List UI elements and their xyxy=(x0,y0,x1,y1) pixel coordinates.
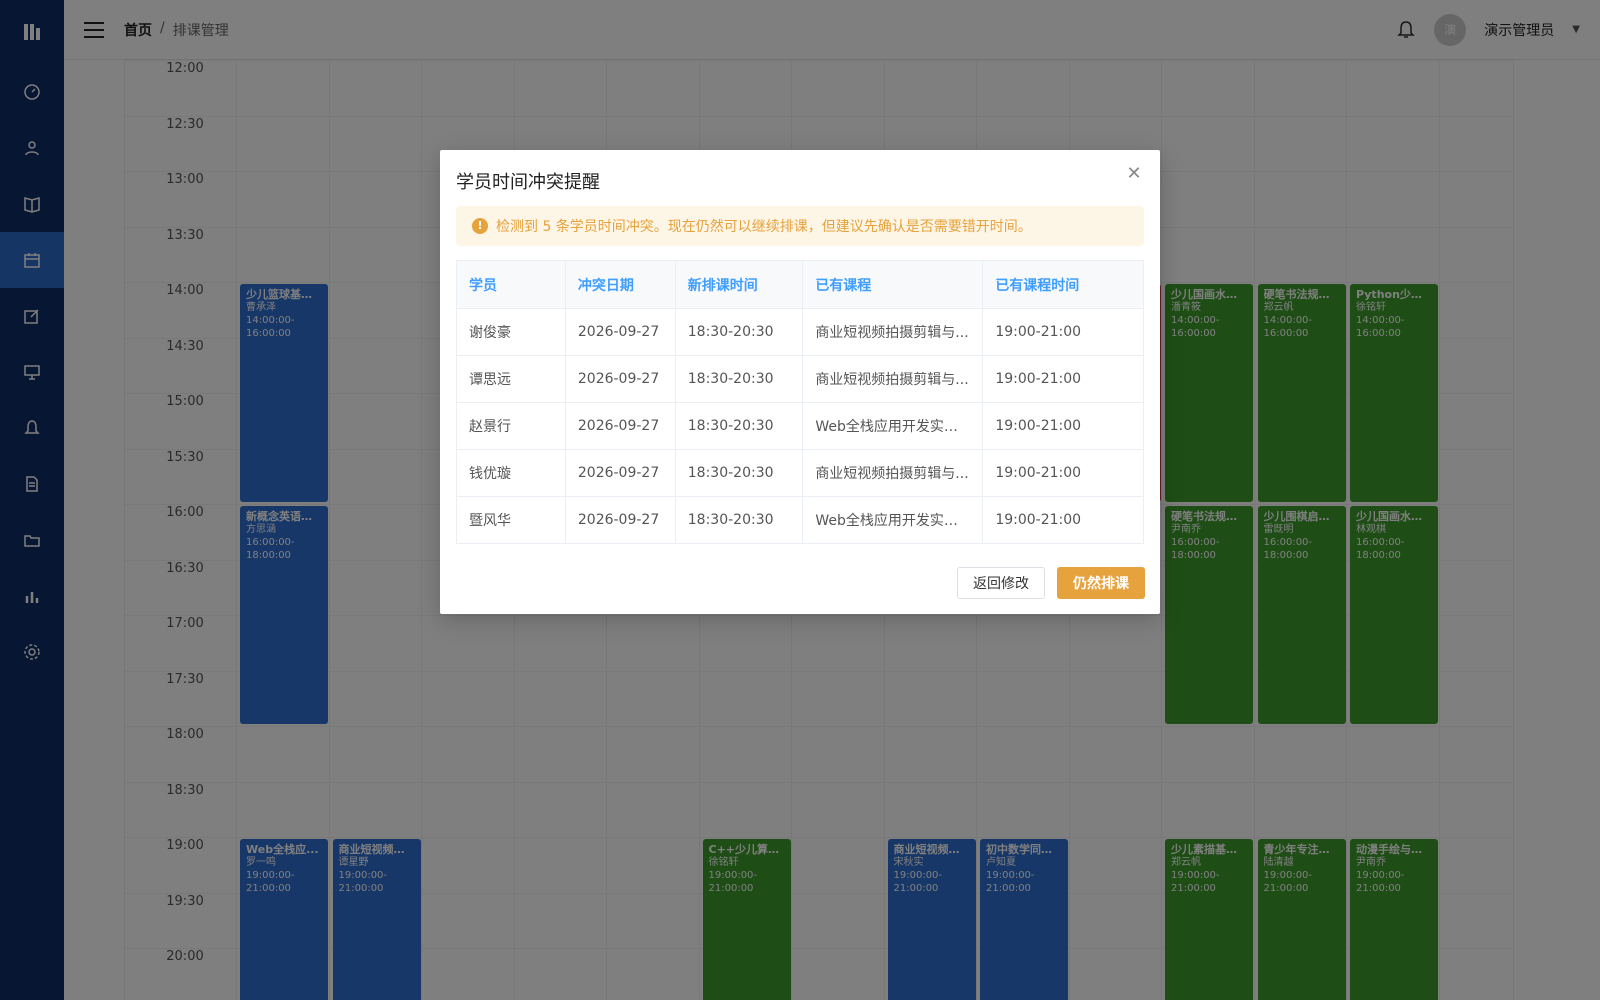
back-modify-button[interactable]: 返回修改 xyxy=(957,567,1045,599)
table-cell: 商业短视频拍摄剪辑与... xyxy=(802,355,984,403)
table-cell: 18:30-20:30 xyxy=(675,402,804,450)
table-cell: 赵景行 xyxy=(456,402,566,450)
table-cell: 谭思远 xyxy=(456,355,566,403)
alert-text: 检测到 5 条学员时间冲突。现在仍然可以继续排课，但建议先确认是否需要错开时间。 xyxy=(496,219,1032,235)
table-cell: 18:30-20:30 xyxy=(675,449,804,497)
table-row: 赵景行 2026-09-27 18:30-20:30 Web全栈应用开发实务... 19… xyxy=(456,402,1144,450)
table-cell: 19:00-21:00 xyxy=(982,402,1144,450)
table-cell: 2026-09-27 xyxy=(565,308,676,356)
table-cell: Web全栈应用开发实务... xyxy=(802,402,984,450)
table-cell: 19:00-21:00 xyxy=(982,355,1144,403)
table-cell: 19:00-21:00 xyxy=(982,308,1144,356)
table-cell: 2026-09-27 xyxy=(565,496,676,544)
table-row: 谢俊豪 2026-09-27 18:30-20:30 商业短视频拍摄剪辑与... 19:… xyxy=(456,308,1144,356)
column-header: 已有课程 xyxy=(802,260,984,309)
table-cell: 19:00-21:00 xyxy=(982,449,1144,497)
conflict-modal: 学员时间冲突提醒 ✕ ! 检测到 5 条学员时间冲突。现在仍然可以继续排课，但建… xyxy=(440,150,1160,614)
table-row: 谭思远 2026-09-27 18:30-20:30 商业短视频拍摄剪辑与... 19:… xyxy=(456,355,1144,403)
table-cell: 2026-09-27 xyxy=(565,449,676,497)
conflict-table: 学员 冲突日期 新排课时间 已有课程 已有课程时间 谢俊豪 2026-09-27 18:30… xyxy=(456,260,1144,544)
table-row: 暨风华 2026-09-27 18:30-20:30 Web全栈应用开发实务... 19… xyxy=(456,496,1144,544)
table-cell: 钱优璇 xyxy=(456,449,566,497)
table-header-row: 学员 冲突日期 新排课时间 已有课程 已有课程时间 xyxy=(456,260,1144,309)
table-cell: 商业短视频拍摄剪辑与... xyxy=(802,308,984,356)
warning-alert: ! 检测到 5 条学员时间冲突。现在仍然可以继续排课，但建议先确认是否需要错开时… xyxy=(456,206,1144,246)
column-header: 学员 xyxy=(456,260,566,309)
table-cell: 19:00-21:00 xyxy=(982,496,1144,544)
close-icon[interactable]: ✕ xyxy=(1124,164,1144,184)
modal-title: 学员时间冲突提醒 xyxy=(456,172,600,193)
table-cell: Web全栈应用开发实务... xyxy=(802,496,984,544)
table-cell: 18:30-20:30 xyxy=(675,308,804,356)
table-cell: 2026-09-27 xyxy=(565,355,676,403)
column-header: 已有课程时间 xyxy=(982,260,1144,309)
table-cell: 商业短视频拍摄剪辑与... xyxy=(802,449,984,497)
confirm-schedule-button[interactable]: 仍然排课 xyxy=(1057,567,1145,599)
warning-icon: ! xyxy=(472,218,488,234)
table-row: 钱优璇 2026-09-27 18:30-20:30 商业短视频拍摄剪辑与... 19:… xyxy=(456,449,1144,497)
column-header: 冲突日期 xyxy=(565,260,676,309)
table-cell: 谢俊豪 xyxy=(456,308,566,356)
table-cell: 2026-09-27 xyxy=(565,402,676,450)
table-cell: 18:30-20:30 xyxy=(675,496,804,544)
column-header: 新排课时间 xyxy=(675,260,804,309)
table-cell: 暨风华 xyxy=(456,496,566,544)
table-cell: 18:30-20:30 xyxy=(675,355,804,403)
